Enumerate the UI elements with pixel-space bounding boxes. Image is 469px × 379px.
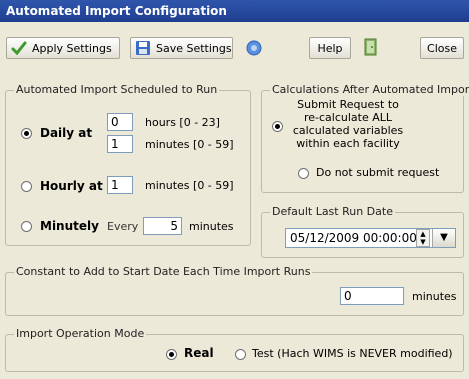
apply-settings-button[interactable]: Apply Settings [6,37,120,59]
constant-minutes-input[interactable] [340,287,404,305]
calculations-legend: Calculations After Automated Import [270,83,469,96]
submit-line-2: re-calculate ALL [303,111,393,124]
real-mode-radio[interactable] [166,349,177,360]
daily-minutes-range-label: minutes [0 - 59] [145,138,234,151]
test-mode-label: Test (Hach WIMS is NEVER modified) [252,347,453,360]
test-mode-radio[interactable] [235,349,246,360]
window-title-bar: Automated Import Configuration [0,0,469,22]
hours-range-label: hours [0 - 23] [145,116,220,129]
daily-radio[interactable] [21,128,32,139]
minutely-radio[interactable] [21,221,32,232]
exit-door-icon[interactable] [362,38,380,56]
hourly-minutes-range-label: minutes [0 - 59] [145,179,234,192]
window-title: Automated Import Configuration [6,4,227,18]
last-run-legend: Default Last Run Date [270,205,395,218]
apply-settings-label: Apply Settings [32,41,112,55]
constant-legend: Constant to Add to Start Date Each Time … [14,265,313,278]
every-minutes-unit: minutes [189,220,234,233]
checkmark-icon [11,40,27,56]
help-globe-icon[interactable] [246,40,262,56]
schedule-legend: Automated Import Scheduled to Run [14,83,220,96]
import-mode-legend: Import Operation Mode [14,327,147,340]
real-mode-label: Real [184,346,214,360]
submit-line-4: within each facility [296,137,400,150]
every-label: Every [107,220,139,233]
hourly-minutes-input[interactable] [107,176,133,194]
submit-line-3: calculated variables [292,124,404,137]
submit-line-1: Submit Request to [297,98,399,111]
daily-minutes-input[interactable] [107,135,133,153]
hourly-radio[interactable] [21,181,32,192]
submit-request-radio[interactable] [272,121,283,132]
daily-hours-input[interactable] [107,113,133,131]
spin-down-icon[interactable]: ▼ [417,238,429,246]
calendar-dropdown-button[interactable]: ▼ [432,229,455,247]
close-label: Close [427,41,457,55]
save-settings-button[interactable]: Save Settings [130,37,233,59]
last-run-datetime-picker[interactable]: 05/12/2009 00:00:00 ▲ ▼ ▼ [285,228,456,248]
last-run-value: 05/12/2009 00:00:00 [290,231,417,245]
no-submit-radio[interactable] [298,168,309,179]
hourly-label: Hourly at [40,179,103,193]
constant-unit-label: minutes [412,290,457,303]
every-minutes-input[interactable] [143,217,182,235]
minutely-label: Minutely [40,219,99,233]
daily-label: Daily at [40,126,93,140]
chevron-down-icon: ▼ [440,232,448,243]
no-submit-label: Do not submit request [316,166,440,179]
datetime-spinner[interactable]: ▲ ▼ [416,229,430,247]
floppy-disk-icon [135,40,151,56]
close-button[interactable]: Close [420,37,464,59]
save-settings-label: Save Settings [156,41,232,55]
spin-up-icon[interactable]: ▲ [417,230,429,238]
help-label: Help [317,41,343,55]
help-button[interactable]: Help [309,37,351,59]
submit-request-label: Submit Request to re-calculate ALL calcu… [288,98,408,150]
